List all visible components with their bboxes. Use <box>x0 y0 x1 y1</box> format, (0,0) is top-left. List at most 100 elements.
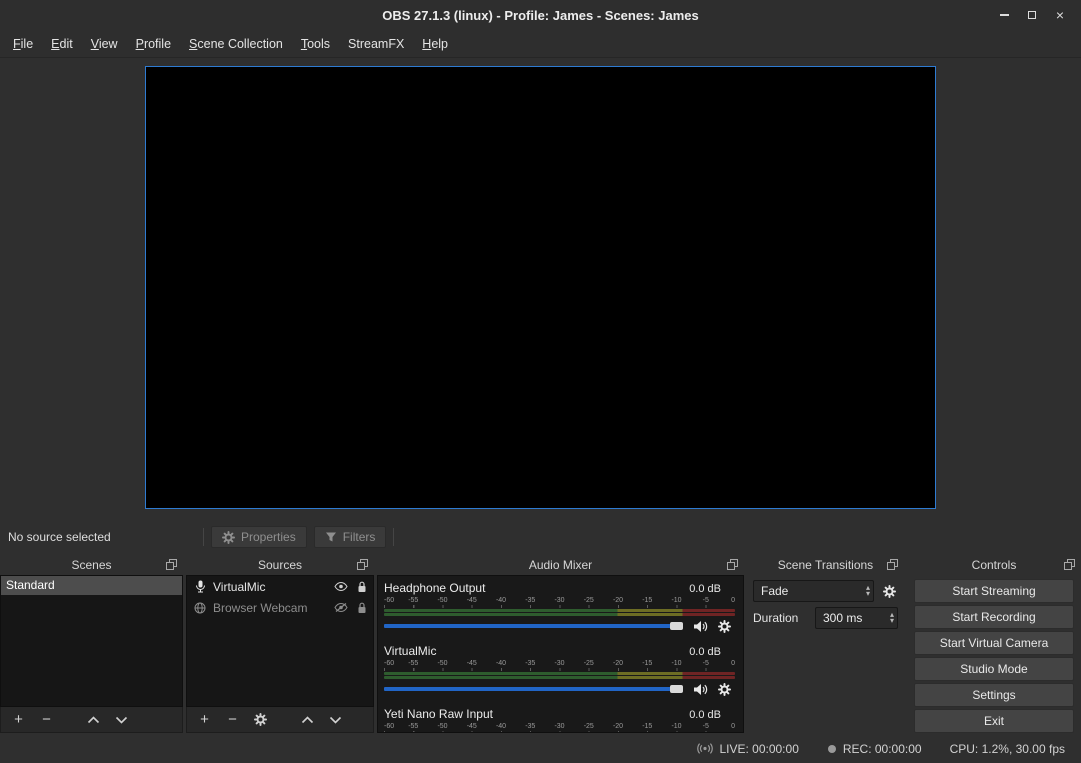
volume-slider[interactable] <box>384 619 683 633</box>
gear-icon <box>222 531 235 544</box>
status-bar: LIVE: 00:00:00 REC: 00:00:00 CPU: 1.2%, … <box>0 735 1081 762</box>
transition-select[interactable]: Fade ▴▾ <box>753 580 874 602</box>
scene-item-standard[interactable]: Standard <box>1 576 182 595</box>
mic-icon <box>193 580 207 593</box>
source-move-down-button[interactable] <box>328 716 343 724</box>
exit-button[interactable]: Exit <box>914 709 1074 733</box>
lock-icon[interactable] <box>357 602 367 614</box>
source-move-up-button[interactable] <box>300 716 315 724</box>
eye-slash-icon[interactable] <box>334 603 348 612</box>
channel-volume-db: 0.0 dB <box>689 709 735 721</box>
float-dock-icon[interactable] <box>357 559 368 570</box>
channel-name: Yeti Nano Raw Input <box>384 707 493 721</box>
settings-button[interactable]: Settings <box>914 683 1074 707</box>
audio-mixer-dock: Audio Mixer Headphone Output 0.0 dB -60-… <box>377 555 744 733</box>
sources-list: VirtualMic Browser Webcam <box>186 575 374 707</box>
meter-bar-left <box>384 672 735 675</box>
menu-tools[interactable]: Tools <box>292 32 339 56</box>
properties-label: Properties <box>241 530 296 544</box>
live-timer: LIVE: 00:00:00 <box>719 742 798 756</box>
filters-button[interactable]: Filters <box>314 526 387 548</box>
mixer-channel-headphone-output: Headphone Output 0.0 dB -60-55-50-45-40-… <box>384 581 735 635</box>
preview-canvas[interactable] <box>145 66 936 509</box>
float-dock-icon[interactable] <box>727 559 738 570</box>
source-name: Browser Webcam <box>213 601 328 615</box>
menu-edit[interactable]: Edit <box>42 32 82 56</box>
rec-timer: REC: 00:00:00 <box>843 742 922 756</box>
source-name: VirtualMic <box>213 580 328 594</box>
speaker-mute-button[interactable] <box>693 683 708 696</box>
float-dock-icon[interactable] <box>887 559 898 570</box>
close-button[interactable]: × <box>1047 4 1073 26</box>
transition-selected-value: Fade <box>761 584 866 598</box>
combo-arrows-icon: ▴▾ <box>866 585 870 597</box>
float-dock-icon[interactable] <box>1064 559 1075 570</box>
source-item-browser-webcam[interactable]: Browser Webcam <box>187 597 373 618</box>
studio-mode-button[interactable]: Studio Mode <box>914 657 1074 681</box>
meter-bar-right <box>384 613 735 616</box>
scene-transitions-dock: Scene Transitions Fade ▴▾ Duration 300 m… <box>747 555 904 733</box>
toolbar-separator <box>203 528 204 546</box>
controls-body: Start Streaming Start Recording Start Vi… <box>907 575 1081 733</box>
menu-profile[interactable]: Profile <box>127 32 180 56</box>
meter-bar-left <box>384 609 735 612</box>
titlebar[interactable]: OBS 27.1.3 (linux) - Profile: James - Sc… <box>0 0 1081 30</box>
channel-gear-button[interactable] <box>718 620 731 633</box>
menubar: File Edit View Profile Scene Collection … <box>0 30 1081 58</box>
sources-toolbar: + − <box>186 707 374 733</box>
dock-strip: Scenes Standard + − Sources VirtualMic <box>0 551 1081 735</box>
volume-slider-handle[interactable] <box>670 685 683 693</box>
maximize-button[interactable] <box>1019 4 1045 26</box>
meter-scale: -60-55-50-45-40-35-30-25-20-15-10-50 <box>384 722 735 731</box>
scene-transitions-dock-title: Scene Transitions <box>778 558 873 572</box>
record-dot-icon <box>827 744 837 754</box>
mixer-channel-yeti-nano: Yeti Nano Raw Input 0.0 dB -60-55-50-45-… <box>384 707 735 733</box>
start-recording-button[interactable]: Start Recording <box>914 605 1074 629</box>
duration-label: Duration <box>753 611 809 625</box>
properties-button[interactable]: Properties <box>211 526 307 548</box>
meter-bar-right <box>384 676 735 679</box>
transition-settings-gear-button[interactable] <box>880 585 898 598</box>
meter-ticks <box>384 731 735 733</box>
speaker-mute-button[interactable] <box>693 620 708 633</box>
meter-ticks <box>384 605 735 608</box>
menu-file[interactable]: File <box>4 32 42 56</box>
add-scene-button[interactable]: + <box>11 712 26 727</box>
filters-label: Filters <box>343 530 376 544</box>
source-item-virtualmic[interactable]: VirtualMic <box>187 576 373 597</box>
lock-icon[interactable] <box>357 581 367 593</box>
menu-help[interactable]: Help <box>413 32 457 56</box>
toolbar-separator <box>393 528 394 546</box>
start-streaming-button[interactable]: Start Streaming <box>914 579 1074 603</box>
duration-spinbox[interactable]: 300 ms ▴ ▾ <box>815 607 898 629</box>
channel-name: VirtualMic <box>384 644 436 658</box>
menu-streamfx[interactable]: StreamFX <box>339 32 413 56</box>
start-virtual-camera-button[interactable]: Start Virtual Camera <box>914 631 1074 655</box>
remove-scene-button[interactable]: − <box>39 712 54 727</box>
scenes-toolbar: + − <box>0 707 183 733</box>
audio-mixer-dock-title: Audio Mixer <box>529 558 592 572</box>
volume-slider[interactable] <box>384 682 683 696</box>
cpu-fps-stats: CPU: 1.2%, 30.00 fps <box>950 742 1065 756</box>
controls-dock-header: Controls <box>907 555 1081 575</box>
channel-gear-button[interactable] <box>718 683 731 696</box>
eye-icon[interactable] <box>334 582 348 591</box>
source-properties-gear-button[interactable] <box>253 713 268 726</box>
menu-scene-collection[interactable]: Scene Collection <box>180 32 292 56</box>
remove-source-button[interactable]: − <box>225 712 240 727</box>
channel-volume-db: 0.0 dB <box>689 646 735 658</box>
duration-decrease-button[interactable]: ▾ <box>890 618 894 624</box>
scene-move-down-button[interactable] <box>114 716 129 724</box>
scenes-dock-header: Scenes <box>0 555 183 575</box>
globe-icon <box>193 602 207 614</box>
scene-move-up-button[interactable] <box>86 716 101 724</box>
broadcast-live-icon <box>697 743 713 754</box>
volume-slider-handle[interactable] <box>670 622 683 630</box>
float-dock-icon[interactable] <box>166 559 177 570</box>
minimize-button[interactable] <box>991 4 1017 26</box>
scene-transitions-dock-header: Scene Transitions <box>747 555 904 575</box>
preview-area <box>0 58 1081 523</box>
add-source-button[interactable]: + <box>197 712 212 727</box>
menu-view[interactable]: View <box>82 32 127 56</box>
maximize-icon <box>1028 11 1036 19</box>
